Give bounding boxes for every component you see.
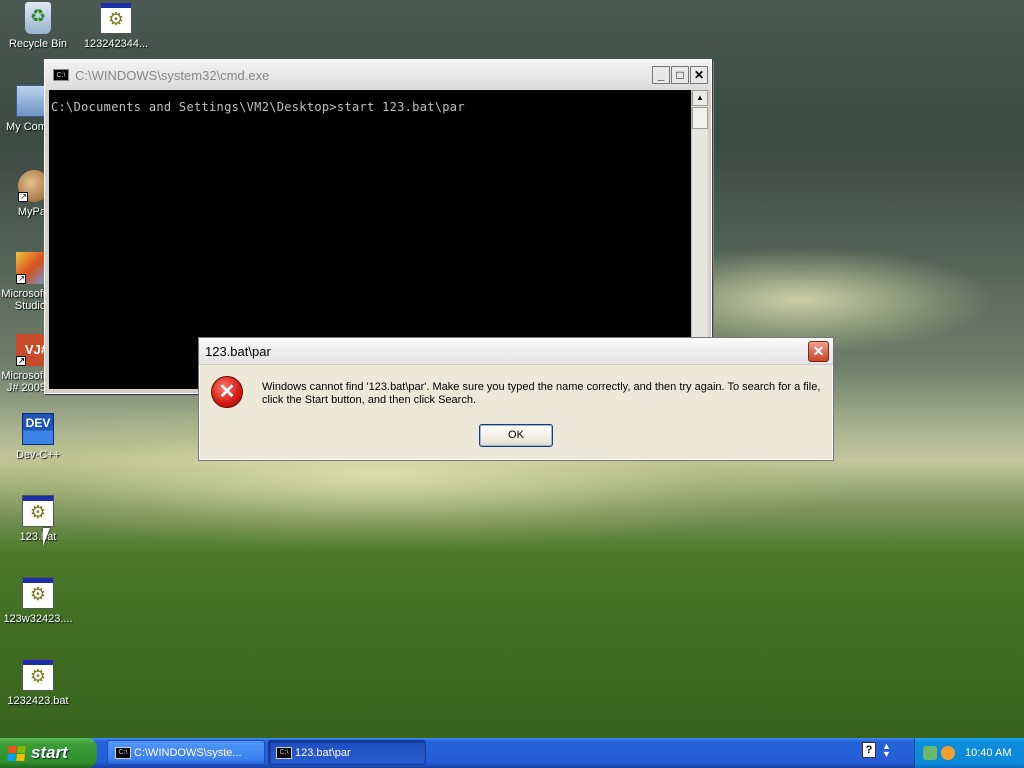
start-button[interactable]: start xyxy=(0,738,97,768)
desktop-icon-label-text: Microsoft Studio xyxy=(1,288,46,312)
cmd-app-icon: C:\ xyxy=(53,69,69,81)
desktop-icon-label: MyPa xyxy=(17,206,46,218)
help-icon[interactable]: ? xyxy=(862,742,876,758)
taskbar: start C:\ C:\WINDOWS\syste... C:\ 123.ba… xyxy=(0,738,1024,768)
mouse-cursor-icon xyxy=(43,528,57,546)
batch-file-icon xyxy=(22,659,54,691)
cmd-window-controls: _ □ ✕ xyxy=(652,66,708,84)
taskbar-item-cmd[interactable]: C:\ C:\WINDOWS\syste... xyxy=(107,740,265,765)
windows-flag-icon xyxy=(7,745,26,761)
desktop-icon-batch-file-w[interactable]: 123w32423.... xyxy=(0,577,78,625)
dialog-close-button[interactable]: ✕ xyxy=(808,340,829,362)
batch-file-icon xyxy=(100,2,132,34)
start-label: start xyxy=(31,743,68,762)
batch-file-icon xyxy=(22,577,54,609)
desktop-icon-label: 123.bat xyxy=(19,531,57,543)
cmd-title-bar[interactable]: C:\ C:\WINDOWS\system32\cmd.exe _ □ ✕ xyxy=(45,60,711,90)
desktop-icon-batch-file-1232423[interactable]: 1232423.bat xyxy=(0,659,78,707)
desktop-icon-label: 1232423.bat xyxy=(7,695,69,707)
dev-cpp-icon: DEV xyxy=(22,413,54,445)
desktop-icon-label: Recycle Bin xyxy=(8,38,68,50)
cmd-prompt-line: C:\Documents and Settings\VM2\Desktop>st… xyxy=(51,100,465,114)
error-icon: ✕ xyxy=(211,376,243,408)
ok-button[interactable]: OK xyxy=(479,424,553,447)
batch-file-icon xyxy=(22,495,54,527)
desktop-icon-label: 123w32423.... xyxy=(3,613,73,625)
desktop-icon-label: Dev-C++ xyxy=(15,449,61,461)
shortcut-arrow-icon: ↗ xyxy=(16,356,26,366)
error-dialog[interactable]: 123.bat\par ✕ ✕ Windows cannot find '123… xyxy=(198,337,834,461)
dev-glyph: DEV xyxy=(25,416,51,430)
system-tray: 10:40 AM xyxy=(914,738,1024,768)
cmd-app-icon: C:\ xyxy=(276,747,292,759)
desktop-icon-visual-studio[interactable]: ↗ Microsoft Studio xyxy=(0,252,48,312)
expand-arrows-icon[interactable]: ▲ ▼ xyxy=(882,742,891,759)
desktop-icon-label: 123242344... xyxy=(83,38,149,50)
quick-help-area: ? ▲ ▼ xyxy=(862,742,891,759)
desktop-icon-dev-cpp[interactable]: DEV Dev-C++ xyxy=(0,413,78,461)
cmd-app-icon: C:\ xyxy=(115,747,131,759)
desktop-icon-people-shortcut[interactable]: ↗ MyPa xyxy=(0,170,50,218)
taskbar-item-label: C:\WINDOWS\syste... xyxy=(134,747,242,759)
desktop-icon-recycle-bin[interactable]: Recycle Bin xyxy=(0,2,78,50)
desktop-icon-label: Microsoft Studio xyxy=(0,288,46,312)
taskbar-item-label: 123.bat\par xyxy=(295,747,351,759)
desktop-icon-visual-jsharp[interactable]: VJ# ↗ Microsoft J# 2005 xyxy=(0,334,48,394)
scroll-up-arrow-icon[interactable]: ▲ xyxy=(692,90,708,106)
network-tray-icon[interactable] xyxy=(923,746,937,760)
recycle-bin-icon xyxy=(25,2,51,34)
dialog-title: 123.bat\par xyxy=(205,343,271,359)
desktop-icon-label: Microsoft J# 2005 xyxy=(1,370,46,394)
minimize-button[interactable]: _ xyxy=(652,66,670,84)
shortcut-arrow-icon: ↗ xyxy=(16,274,26,284)
close-button[interactable]: ✕ xyxy=(690,66,708,84)
dialog-title-bar[interactable]: 123.bat\par ✕ xyxy=(199,338,833,365)
shortcut-arrow-icon: ↗ xyxy=(18,192,28,202)
desktop-icon-batch-file-123[interactable]: 123.bat xyxy=(0,495,78,543)
maximize-button[interactable]: □ xyxy=(671,66,689,84)
search-tray-icon[interactable] xyxy=(941,746,955,760)
desktop-icon-batch-file-1[interactable]: 123242344... xyxy=(76,2,156,50)
taskbar-item-error-dialog[interactable]: C:\ 123.bat\par xyxy=(268,740,426,765)
error-message: Windows cannot find '123.bat\par'. Make … xyxy=(262,381,821,406)
scroll-thumb[interactable] xyxy=(692,107,708,129)
clock[interactable]: 10:40 AM xyxy=(965,747,1011,759)
cmd-window-title: C:\WINDOWS\system32\cmd.exe xyxy=(75,67,270,83)
